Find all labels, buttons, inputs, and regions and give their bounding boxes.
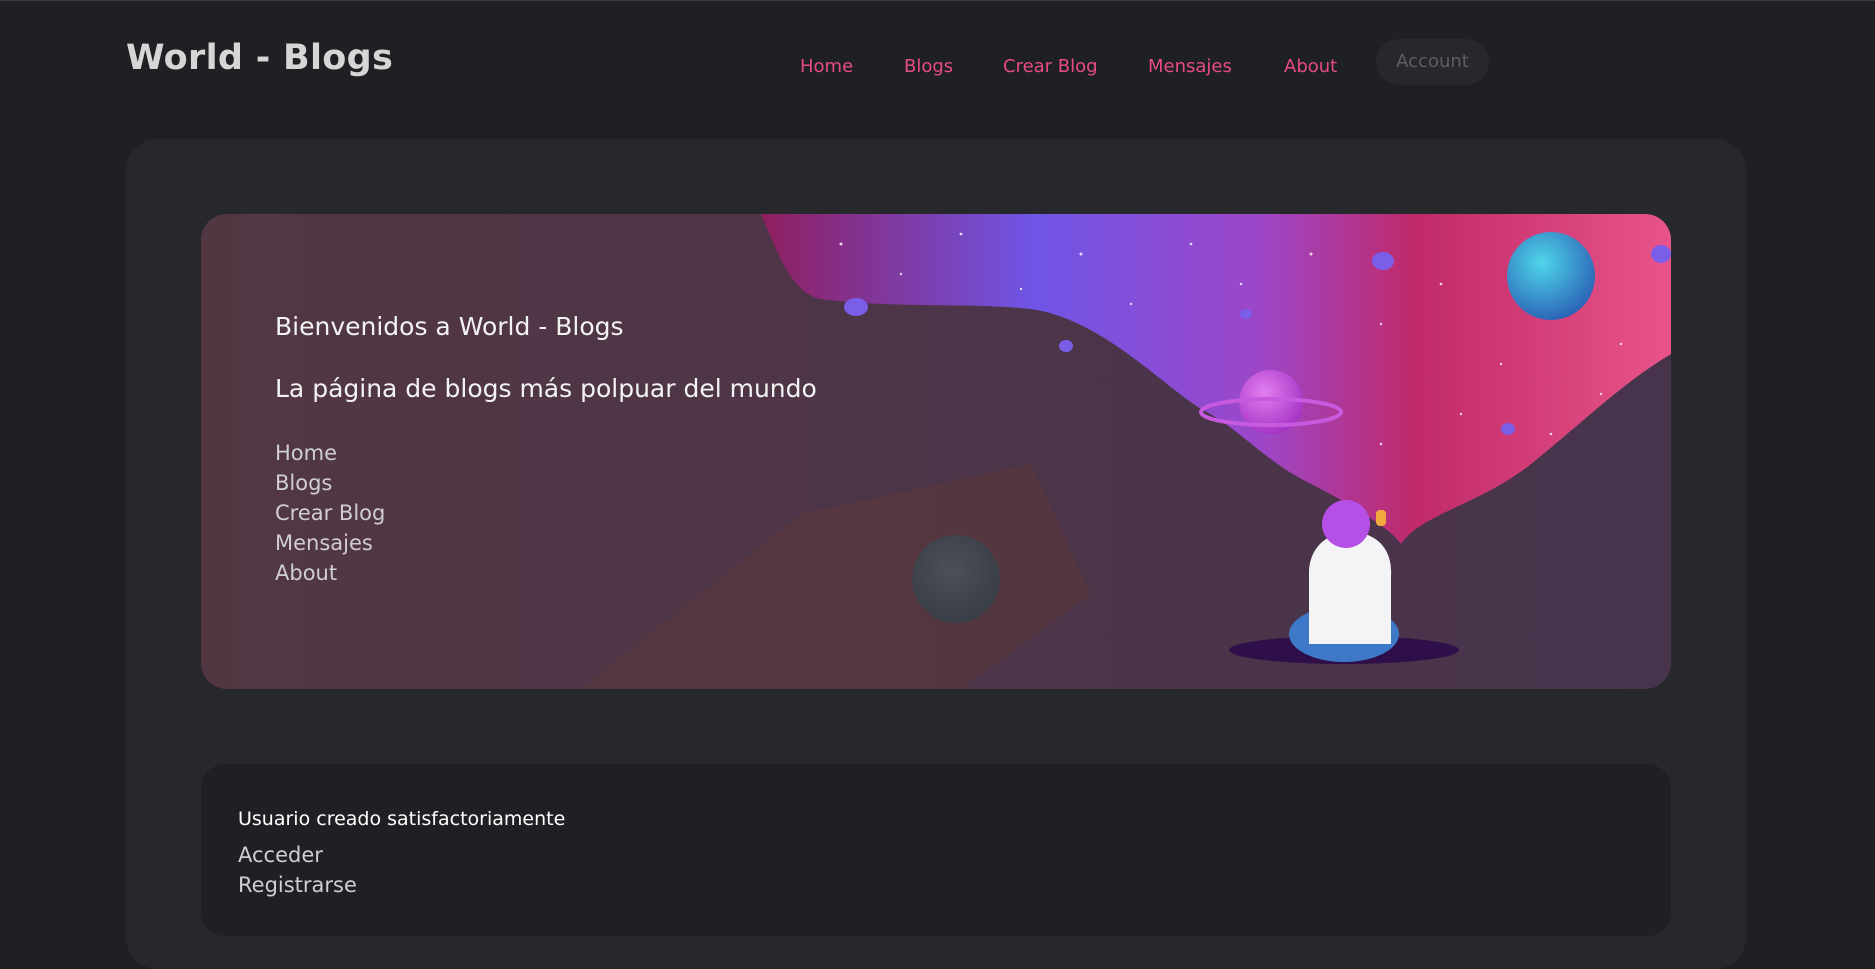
success-message: Usuario creado satisfactoriamente: [238, 808, 566, 830]
hero-link-list: Home Blogs Crear Blog Mensajes About: [275, 438, 385, 588]
hero-blogs-link[interactable]: Blogs: [275, 468, 385, 498]
nav-blogs-link[interactable]: Blogs: [904, 56, 953, 77]
hero-subtitle: La página de blogs más polpuar del mundo: [275, 374, 817, 403]
hero-mensajes-link[interactable]: Mensajes: [275, 528, 385, 558]
hero-crear-blog-link[interactable]: Crear Blog: [275, 498, 385, 528]
nav-home-link[interactable]: Home: [800, 56, 853, 77]
login-link[interactable]: Acceder: [238, 840, 357, 870]
nav-crear-blog-link[interactable]: Crear Blog: [1003, 56, 1098, 77]
space-illustration: [581, 214, 1671, 689]
hero-title: Bienvenidos a World - Blogs: [275, 312, 624, 341]
nav-mensajes-link[interactable]: Mensajes: [1148, 56, 1232, 77]
hero-home-link[interactable]: Home: [275, 438, 385, 468]
auth-link-list: Acceder Registrarse: [238, 840, 357, 900]
register-link[interactable]: Registrarse: [238, 870, 357, 900]
hero-about-link[interactable]: About: [275, 558, 385, 588]
message-panel: Usuario creado satisfactoriamente Accede…: [201, 764, 1671, 936]
nav-about-link[interactable]: About: [1284, 56, 1337, 77]
hero-banner: Bienvenidos a World - Blogs La página de…: [201, 214, 1671, 689]
top-border: [0, 0, 1875, 1]
account-button[interactable]: Account: [1376, 39, 1489, 85]
site-logo[interactable]: World - Blogs: [126, 38, 393, 78]
